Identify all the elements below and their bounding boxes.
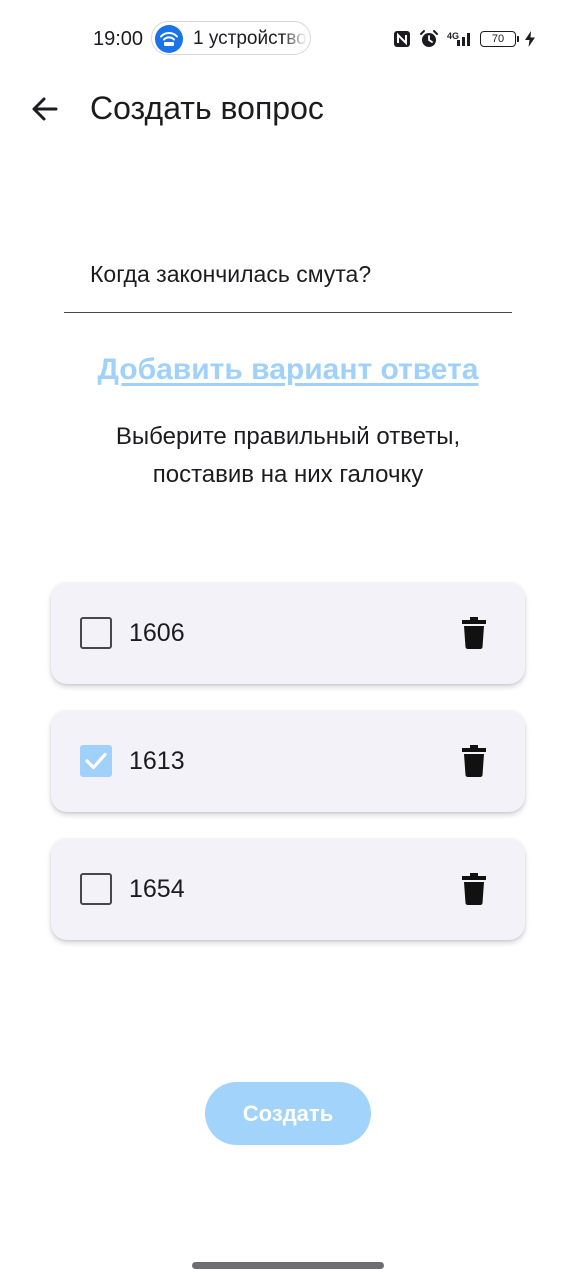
battery-level: 70 <box>491 32 505 45</box>
battery-icon: 70 <box>480 31 519 47</box>
signal-indicator: 4G <box>447 31 472 47</box>
wifi-icon <box>155 25 183 53</box>
trash-icon <box>462 745 486 777</box>
instruction-line-1: Выберите правильный ответы, <box>115 423 461 450</box>
network-type: 4G <box>446 31 459 41</box>
question-input[interactable] <box>64 236 512 313</box>
answer-text: 1654 <box>129 875 185 903</box>
add-answer-link[interactable]: Добавить вариант ответа <box>0 350 576 390</box>
answer-text: 1606 <box>129 619 185 647</box>
arrow-back-icon <box>32 97 58 121</box>
status-bar: 19:00 1 устройство 4G 70 <box>0 0 576 78</box>
instruction-line-2: поставив на них галочку <box>152 461 424 488</box>
delete-answer-button[interactable] <box>456 871 492 907</box>
nfc-icon <box>393 31 410 47</box>
checkmark-icon <box>85 752 107 770</box>
answer-card: 1613 <box>51 710 525 812</box>
answer-card: 1606 <box>51 582 525 684</box>
delete-answer-button[interactable] <box>456 743 492 779</box>
delete-answer-button[interactable] <box>456 615 492 651</box>
page-title: Создать вопрос <box>90 90 324 126</box>
status-time: 19:00 <box>93 28 144 50</box>
alarm-icon <box>419 30 438 47</box>
answer-checkbox-checked[interactable] <box>80 745 112 777</box>
back-button[interactable] <box>22 86 68 132</box>
answer-checkbox[interactable] <box>80 617 112 649</box>
charging-icon <box>525 31 535 47</box>
instruction-text: Выберите правильный ответы, поставив на … <box>0 418 576 494</box>
answer-card: 1654 <box>51 838 525 940</box>
answer-checkbox[interactable] <box>80 873 112 905</box>
answer-text: 1613 <box>129 747 185 775</box>
create-button[interactable]: Создать <box>205 1082 371 1145</box>
trash-icon <box>462 617 486 649</box>
device-chip-label: 1 устройство <box>193 28 307 49</box>
trash-icon <box>462 873 486 905</box>
home-indicator[interactable] <box>192 1262 384 1269</box>
connected-devices-chip[interactable]: 1 устройство <box>151 21 311 55</box>
status-icons: 4G 70 <box>393 26 536 52</box>
